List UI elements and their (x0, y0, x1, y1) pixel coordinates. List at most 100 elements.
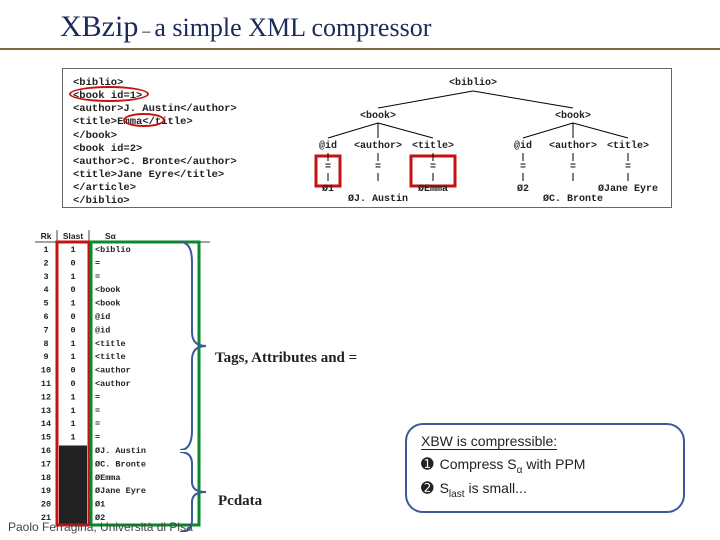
xml-line: <title>Jane Eyre</title> (73, 169, 237, 182)
xml-line: </biblio> (73, 195, 237, 208)
svg-text:Rk: Rk (41, 231, 52, 241)
svg-text:0: 0 (70, 325, 75, 335)
svg-text:<title>: <title> (607, 140, 649, 152)
xml-line: </article> (73, 182, 237, 195)
xml-line: <book id=1> (73, 90, 237, 103)
svg-text:1: 1 (70, 339, 75, 349)
svg-text:ØEmma: ØEmma (95, 473, 121, 483)
xml-source: <biblio> <book id=1> <author>J. Austin</… (73, 77, 237, 208)
svg-text:=: = (325, 162, 331, 173)
svg-text:=: = (95, 258, 100, 268)
svg-text:Ø1: Ø1 (95, 500, 105, 510)
svg-text:1: 1 (70, 299, 75, 309)
svg-text:Slast: Slast (63, 231, 83, 241)
xml-tree: <biblio> <book> @id <author> <title> = =… (293, 73, 663, 205)
svg-text:9: 9 (43, 352, 48, 362)
pcdata-label: Pcdata (218, 493, 262, 510)
svg-text:=: = (95, 433, 100, 443)
svg-text:=: = (430, 162, 436, 173)
svg-text:1: 1 (70, 446, 75, 456)
svg-text:<author: <author (95, 379, 131, 389)
svg-text:1: 1 (70, 272, 75, 282)
svg-text:0: 0 (70, 258, 75, 268)
callout-title: XBW is compressible: (421, 433, 669, 449)
svg-text:16: 16 (41, 446, 51, 456)
title-sub: a simple XML compressor (154, 13, 431, 42)
svg-text:ØC. Bronte: ØC. Bronte (95, 459, 146, 469)
svg-text:0: 0 (70, 379, 75, 389)
svg-text:12: 12 (41, 392, 51, 402)
tags-label: Tags, Attributes and = (215, 350, 357, 367)
callout-compressible: XBW is compressible: ➊ Compress Sα with … (405, 423, 685, 513)
svg-text:<title>: <title> (412, 140, 454, 152)
svg-text:ØC. Bronte: ØC. Bronte (543, 193, 603, 205)
svg-text:<biblio: <biblio (95, 245, 131, 255)
title-separator: – (138, 23, 154, 40)
svg-text:11: 11 (41, 379, 51, 389)
svg-text:<title: <title (95, 339, 126, 349)
figure-box: <biblio> <book id=1> <author>J. Austin</… (62, 68, 672, 208)
svg-text:=: = (570, 162, 576, 173)
svg-text:20: 20 (41, 500, 51, 510)
svg-text:1: 1 (70, 352, 75, 362)
svg-text:ØEmma: ØEmma (418, 183, 448, 195)
svg-text:<author>: <author> (549, 140, 597, 152)
svg-text:1: 1 (70, 486, 75, 496)
svg-text:2: 2 (43, 258, 48, 268)
svg-text:Sα: Sα (105, 231, 117, 241)
svg-text:3: 3 (43, 272, 48, 282)
svg-text:1: 1 (70, 500, 75, 510)
title-main: XBzip (60, 10, 138, 43)
svg-text:7: 7 (43, 325, 48, 335)
svg-text:8: 8 (43, 339, 48, 349)
svg-text:1: 1 (43, 245, 48, 255)
svg-text:=: = (375, 162, 381, 173)
dingbat-1-icon: ➊ (421, 455, 434, 473)
xml-line: <title>Emma</title> (73, 116, 237, 129)
svg-text:<biblio>: <biblio> (449, 77, 497, 89)
title-bar: XBzip – a simple XML compressor (0, 0, 720, 50)
svg-text:4: 4 (43, 285, 48, 295)
svg-text:@id: @id (95, 325, 110, 335)
svg-text:@id: @id (319, 140, 337, 152)
svg-text:0: 0 (70, 285, 75, 295)
svg-text:<book: <book (95, 285, 121, 295)
svg-text:=: = (95, 406, 100, 416)
svg-text:ØJane Eyre: ØJane Eyre (598, 183, 658, 195)
callout-row-2: ➋ Slast is small... (421, 479, 669, 500)
svg-text:<book>: <book> (555, 110, 591, 122)
svg-text:=: = (95, 419, 100, 429)
svg-text:17: 17 (41, 459, 51, 469)
svg-text:<book>: <book> (360, 110, 396, 122)
svg-text:<author: <author (95, 366, 131, 376)
svg-text:1: 1 (70, 392, 75, 402)
svg-text:10: 10 (41, 366, 51, 376)
xml-line: <biblio> (73, 77, 237, 90)
svg-text:@id: @id (514, 140, 532, 152)
svg-text:<author>: <author> (354, 140, 402, 152)
svg-text:1: 1 (70, 245, 75, 255)
svg-text:15: 15 (41, 433, 51, 443)
svg-text:6: 6 (43, 312, 48, 322)
svg-text:1: 1 (70, 419, 75, 429)
svg-text:5: 5 (43, 299, 48, 309)
svg-text:<book: <book (95, 299, 121, 309)
svg-text:1: 1 (70, 473, 75, 483)
svg-text:0: 0 (70, 366, 75, 376)
svg-text:Ø1: Ø1 (322, 183, 334, 195)
svg-text:13: 13 (41, 406, 51, 416)
xml-line: <author>C. Bronte</author> (73, 156, 237, 169)
svg-text:=: = (625, 162, 631, 173)
svg-text:=: = (520, 162, 526, 173)
xbw-table: Rk Slast Sα 11<biblio20=31=40<book51<boo… (35, 230, 210, 530)
svg-text:18: 18 (41, 473, 51, 483)
svg-text:19: 19 (41, 486, 51, 496)
svg-text:ØJ. Austin: ØJ. Austin (95, 446, 146, 456)
svg-text:ØJ. Austin: ØJ. Austin (348, 193, 408, 205)
svg-text:Ø2: Ø2 (517, 183, 529, 195)
xml-line: </book> (73, 130, 237, 143)
callout-row-1: ➊ Compress Sα with PPM (421, 455, 669, 476)
svg-text:ØJane Eyre: ØJane Eyre (95, 486, 146, 496)
svg-text:1: 1 (70, 459, 75, 469)
svg-text:=: = (95, 392, 100, 402)
